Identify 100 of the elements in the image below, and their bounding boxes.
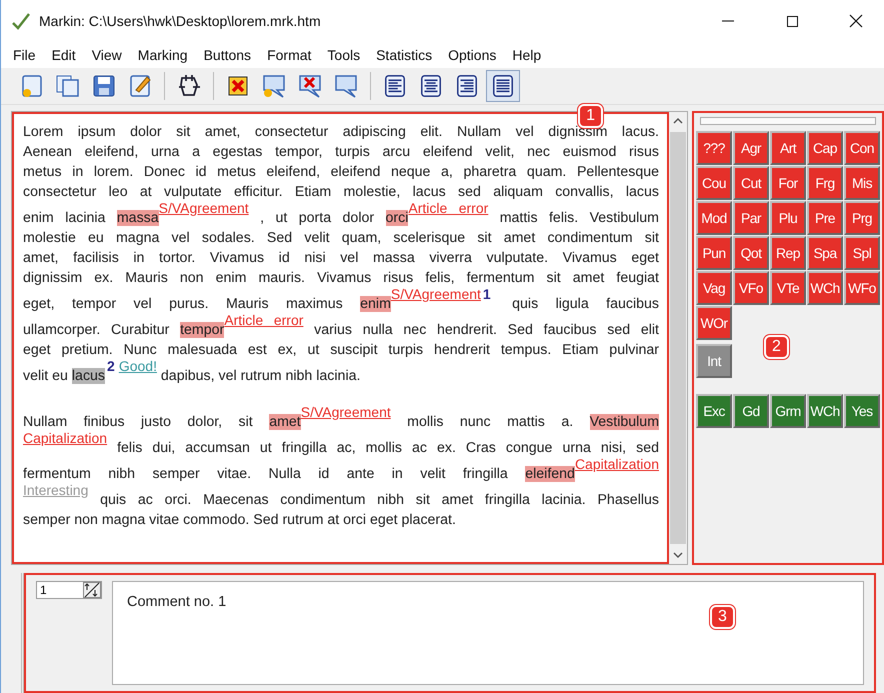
mark-button[interactable]: Spa (807, 236, 843, 270)
scrollbar[interactable] (669, 112, 687, 564)
document-text: consectetur leo at vulputate efficitur. Etiam molestie, lacus sed aliquam convallis, lacus (23, 184, 659, 200)
highlighted-word[interactable]: amet (269, 414, 301, 430)
menu-item[interactable]: Tools (319, 47, 368, 63)
highlighted-word[interactable]: lacus (72, 368, 106, 384)
mark-button[interactable]: Prg (844, 201, 880, 235)
spinner-value: 1 (40, 583, 47, 597)
mark-button[interactable]: WOr (696, 306, 732, 340)
spin-arrows-icon[interactable] (83, 582, 101, 598)
mark-button[interactable]: Pun (696, 236, 732, 270)
close-icon (849, 14, 863, 28)
minimize-icon (722, 20, 734, 22)
mark-label[interactable]: S/VAgreement (390, 286, 481, 302)
document-text: Aenean eleifend, urna a egestas tempor, turpis arcu eleifend velit, nec euismod risus (23, 144, 659, 160)
highlighted-word[interactable]: enim (360, 296, 391, 312)
document-text: enim lacinia (23, 210, 106, 226)
mark-label[interactable]: Article error (408, 200, 488, 216)
align-left-icon (383, 74, 407, 98)
highlighted-word[interactable]: tempor (180, 322, 224, 338)
document-text: molestie eu magna vel sodales. Sed velit quam, scelerisque sit amet condimentum sit (23, 230, 659, 246)
mark-label[interactable]: Article error (224, 312, 304, 328)
highlighted-word[interactable]: Vestibulum (590, 414, 660, 430)
mark-button[interactable]: Rep (770, 236, 806, 270)
menu-item[interactable]: View (84, 47, 130, 63)
document-text: metus in lorem. Donec id metus eleifend, eleifend neque a, pharetra quam. Pellentesque (23, 164, 659, 180)
document-text: quis ac orci. Maecenas condimentum nibh sit amet fringilla lacinia. Phasellus (99, 492, 659, 508)
menu-item[interactable]: Help (504, 47, 550, 63)
comment-number-spinner[interactable]: 1 (36, 581, 102, 599)
comment-number: 2 (107, 358, 115, 374)
mark-button[interactable]: Gd (733, 394, 769, 428)
mark-button[interactable]: Int (696, 344, 732, 378)
window-title: Markin: C:\Users\hwk\Desktop\lorem.mrk.htm (39, 13, 322, 29)
align-right-icon (455, 74, 479, 98)
checkmark-icon (11, 12, 31, 30)
mark-button[interactable]: Plu (770, 201, 806, 235)
menu-item[interactable]: Statistics (368, 47, 440, 63)
mark-button[interactable]: Exc (696, 394, 732, 428)
align-justify-icon (491, 74, 515, 98)
mark-label[interactable]: Capitalization (574, 456, 659, 472)
menu-item[interactable]: Format (259, 47, 320, 63)
mark-button[interactable]: Cut (733, 166, 769, 200)
mark-label[interactable]: Capitalization (23, 430, 108, 446)
mark-button[interactable]: Qot (733, 236, 769, 270)
mark-label[interactable]: S/VAgreement (300, 404, 391, 420)
document-text: mattis felis. Vestibulum (498, 210, 659, 226)
highlighted-word[interactable]: eleifend (525, 466, 575, 482)
document-text: dapibus, vel rutrum nibh lacinia. (160, 368, 360, 384)
mark-button[interactable]: Agr (733, 131, 769, 165)
mark-button[interactable]: Con (844, 131, 880, 165)
mark-button[interactable]: ??? (696, 131, 732, 165)
mark-label[interactable]: S/VAgreement (158, 200, 249, 216)
document-text: fermentum nibh semper vitae. Nulla id ante in velit fringilla (23, 466, 509, 482)
mark-label[interactable]: Good! (118, 358, 157, 374)
highlighted-word[interactable]: orci (386, 210, 408, 226)
mark-button[interactable]: Art (770, 131, 806, 165)
mark-button[interactable]: Cou (696, 166, 732, 200)
document-text: Nullam finibus justo dolor, sit (23, 414, 254, 430)
document-text: mollis nunc mattis a. (406, 414, 574, 430)
mark-button[interactable]: WCh (807, 271, 843, 305)
mark-button[interactable]: Mis (844, 166, 880, 200)
mark-button[interactable]: Mod (696, 201, 732, 235)
menu-item[interactable]: Options (440, 47, 504, 63)
mark-button[interactable]: Cap (807, 131, 843, 165)
mark-button[interactable]: Par (733, 201, 769, 235)
document-text: varius nulla nec hendrerit. Sed faucibus sed elit (313, 322, 659, 338)
mark-button[interactable]: For (770, 166, 806, 200)
document-text: dignissim ex. Mauris non enim mauris. Vivamus risus felis, fermentum sit amet feugiat (23, 270, 659, 286)
documents-icon (55, 73, 81, 99)
mark-button[interactable]: WFo (844, 271, 880, 305)
highlighted-word[interactable]: massa (116, 210, 159, 226)
document-text: eget, tempor vel purus. Mauris maximus (23, 296, 344, 312)
delete-speech-bubble-icon (297, 73, 323, 99)
menu-item[interactable]: Edit (44, 47, 84, 63)
mark-button[interactable]: Frg (807, 166, 843, 200)
mark-button[interactable]: Vag (696, 271, 732, 305)
align-button[interactable] (486, 70, 520, 102)
mark-button[interactable]: VFo (733, 271, 769, 305)
maximize-icon (786, 16, 798, 26)
callout-badge: 3 (710, 605, 735, 629)
document-text: amet, facilisis in tortor. Vivamus id nisi vel massa viverra vulputate. Vivamus eget (23, 250, 659, 266)
document-text: quis ligula faucibus (511, 296, 659, 312)
scroll-down-icon[interactable] (673, 552, 683, 558)
mark-button[interactable]: VTe (770, 271, 806, 305)
scroll-up-icon[interactable] (673, 118, 683, 124)
menu-item[interactable]: File (5, 47, 44, 63)
save-icon (91, 73, 117, 99)
document-text: ullamcorper. Curabitur (23, 322, 170, 338)
document-text: semper non magna vitae commodo. Sed rutrum at orci eget placerat. (23, 512, 456, 528)
menu-item[interactable]: Marking (130, 47, 196, 63)
mark-button[interactable]: Pre (807, 201, 843, 235)
panel-scrollbar[interactable] (700, 117, 876, 125)
mark-button[interactable]: Spl (844, 236, 880, 270)
mark-button[interactable]: Yes (844, 394, 880, 428)
menu-item[interactable]: Buttons (196, 47, 260, 63)
new-speech-bubble-icon (261, 73, 287, 99)
mark-button[interactable]: WCh (807, 394, 843, 428)
mark-button[interactable]: Grm (770, 394, 806, 428)
mark-label[interactable]: Interesting (23, 482, 88, 498)
document-text: velit eu (23, 368, 69, 384)
